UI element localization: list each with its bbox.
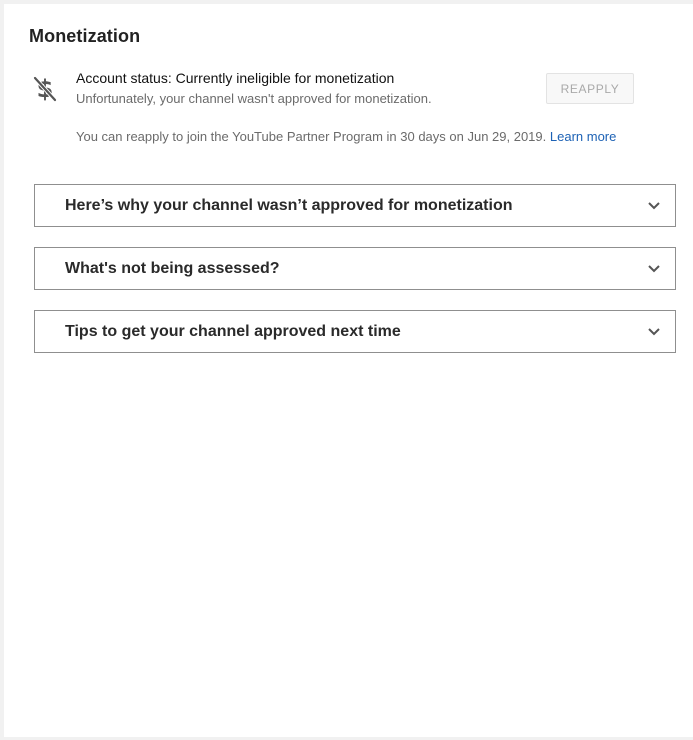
chevron-down-icon xyxy=(648,202,660,210)
reapply-note-text: You can reapply to join the YouTube Part… xyxy=(76,129,547,144)
accordion-label: Tips to get your channel approved next t… xyxy=(65,323,401,340)
section-title: Monetization xyxy=(29,26,141,46)
accordion-tips[interactable]: Tips to get your channel approved next t… xyxy=(34,310,676,353)
account-status-subtext: Unfortunately, your channel wasn't appro… xyxy=(76,91,432,106)
learn-more-link[interactable]: Learn more xyxy=(550,129,616,144)
accordion-why-not-approved[interactable]: Here’s why your channel wasn’t approved … xyxy=(34,184,676,227)
accordion-not-assessed[interactable]: What's not being assessed? xyxy=(34,247,676,290)
reapply-note: You can reapply to join the YouTube Part… xyxy=(76,129,616,144)
monetization-panel: Monetization $ Account status: Currently… xyxy=(4,4,693,737)
chevron-down-icon xyxy=(648,265,660,273)
accordion-label: Here’s why your channel wasn’t approved … xyxy=(65,197,513,214)
reapply-button[interactable]: REAPPLY xyxy=(546,73,634,104)
account-status-heading: Account status: Currently ineligible for… xyxy=(76,70,395,86)
chevron-down-icon xyxy=(648,328,660,336)
no-money-icon: $ xyxy=(33,75,57,103)
accordion-label: What's not being assessed? xyxy=(65,260,280,277)
